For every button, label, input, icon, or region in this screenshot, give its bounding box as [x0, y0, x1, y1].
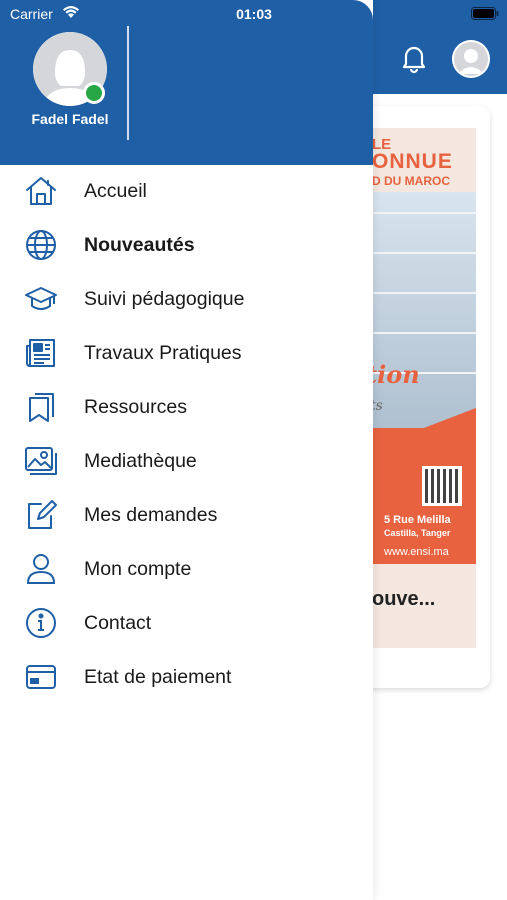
newspaper-icon [24, 336, 58, 370]
menu-label: Travaux Pratiques [84, 341, 242, 364]
menu-item-accueil[interactable]: Accueil [0, 164, 373, 218]
info-icon [24, 606, 58, 640]
menu-label: Nouveautés [84, 233, 195, 256]
qr-code [422, 466, 462, 506]
menu-item-etat-de-paiement[interactable]: Etat de paiement [0, 650, 373, 704]
menu-label: Etat de paiement [84, 665, 232, 688]
menu-label: Accueil [84, 179, 147, 202]
banner-website: www.ensi.ma [384, 546, 449, 558]
globe-icon [24, 228, 58, 262]
banner-text-3: D DU MAROC [372, 174, 450, 188]
user-icon [24, 552, 58, 586]
menu-item-mon-compte[interactable]: Mon compte [0, 542, 373, 596]
home-icon [24, 174, 58, 208]
header-divider [127, 26, 129, 140]
profile-name: Fadel Fadel [31, 111, 109, 127]
menu-label: Mes demandes [84, 503, 218, 526]
bell-icon[interactable] [400, 42, 428, 74]
banner-address-1: 5 Rue Melilla [384, 514, 451, 526]
bookmarks-icon [24, 390, 58, 424]
menu-label: Ressources [84, 395, 187, 418]
banner-script-text: tion [366, 360, 420, 389]
carrier-name: Carrier [10, 6, 53, 22]
menu-item-travaux-pratiques[interactable]: Travaux Pratiques [0, 326, 373, 380]
building-photo [372, 192, 476, 432]
clock: 01:03 [236, 6, 272, 22]
menu-item-nouveautes[interactable]: Nouveautés [0, 218, 373, 272]
menu-label: Suivi pédagogique [84, 287, 245, 310]
menu-item-suivi-pedagogique[interactable]: Suivi pédagogique [0, 272, 373, 326]
header-avatar[interactable] [452, 40, 490, 78]
status-bar: Carrier 01:03 [0, 0, 507, 28]
menu-label: Contact [84, 611, 152, 634]
menu-label: Mon compte [84, 557, 192, 580]
edit-icon [24, 498, 58, 532]
menu-item-contact[interactable]: Contact [0, 596, 373, 650]
menu-item-mes-demandes[interactable]: Mes demandes [0, 488, 373, 542]
banner-text-2: ONNUE [372, 150, 453, 173]
news-card-title: ouve... [372, 588, 436, 610]
menu-item-mediatheque[interactable]: Mediathèque [0, 434, 373, 488]
credit-card-icon [24, 660, 58, 694]
menu-item-ressources[interactable]: Ressources [0, 380, 373, 434]
images-icon [24, 444, 58, 478]
graduation-cap-icon [24, 282, 58, 316]
menu-label: Mediathèque [84, 449, 197, 472]
banner-address-2: Castilla, Tanger [384, 528, 451, 538]
wifi-icon [62, 5, 80, 19]
online-status-dot [83, 82, 105, 104]
side-drawer: Fadel Fadel Accueil Nouveautés Suivi péd… [0, 0, 373, 900]
battery-icon [471, 7, 499, 20]
